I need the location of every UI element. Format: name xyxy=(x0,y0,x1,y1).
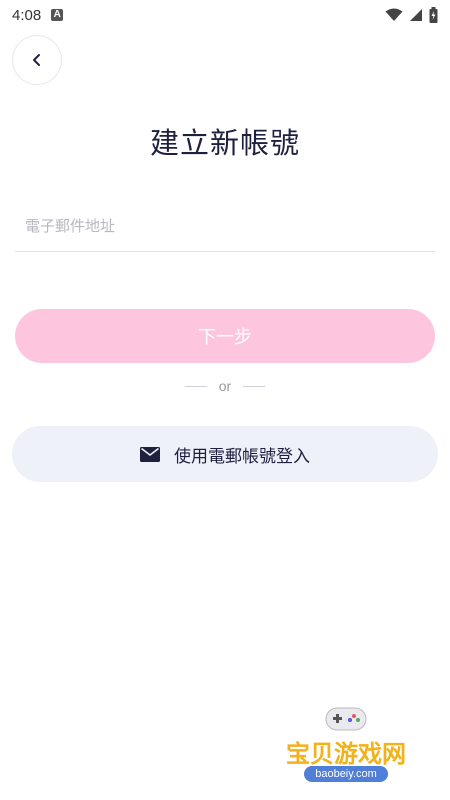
watermark-url: baobeiy.com xyxy=(304,766,388,782)
next-button[interactable]: 下一步 xyxy=(15,309,435,363)
status-time: 4:08 xyxy=(12,6,42,24)
or-divider: or xyxy=(0,378,450,394)
page-title: 建立新帳號 xyxy=(149,126,300,160)
watermark-logo: 宝贝游戏网 baobeiy.com xyxy=(266,700,426,790)
email-login-button[interactable]: 使用電郵帳號登入 xyxy=(12,426,438,482)
wifi-icon xyxy=(385,8,403,21)
status-right xyxy=(385,7,438,23)
battery-icon xyxy=(429,7,438,23)
divider-line-left xyxy=(184,385,207,387)
email-login-label: 使用電郵帳號登入 xyxy=(174,446,310,467)
status-bar: 4:08 A xyxy=(0,0,450,30)
notification-icon: A xyxy=(51,9,64,21)
back-button[interactable] xyxy=(12,35,62,85)
divider-text: or xyxy=(218,378,232,394)
gamepad-icon xyxy=(325,707,367,731)
watermark-text: 宝贝游戏网 xyxy=(286,740,406,768)
email-input[interactable] xyxy=(15,200,435,252)
status-left: 4:08 A xyxy=(12,6,64,24)
back-arrow-icon xyxy=(33,54,40,66)
mail-icon xyxy=(140,446,160,462)
cell-signal-icon xyxy=(410,9,422,21)
divider-line-right xyxy=(243,385,266,387)
